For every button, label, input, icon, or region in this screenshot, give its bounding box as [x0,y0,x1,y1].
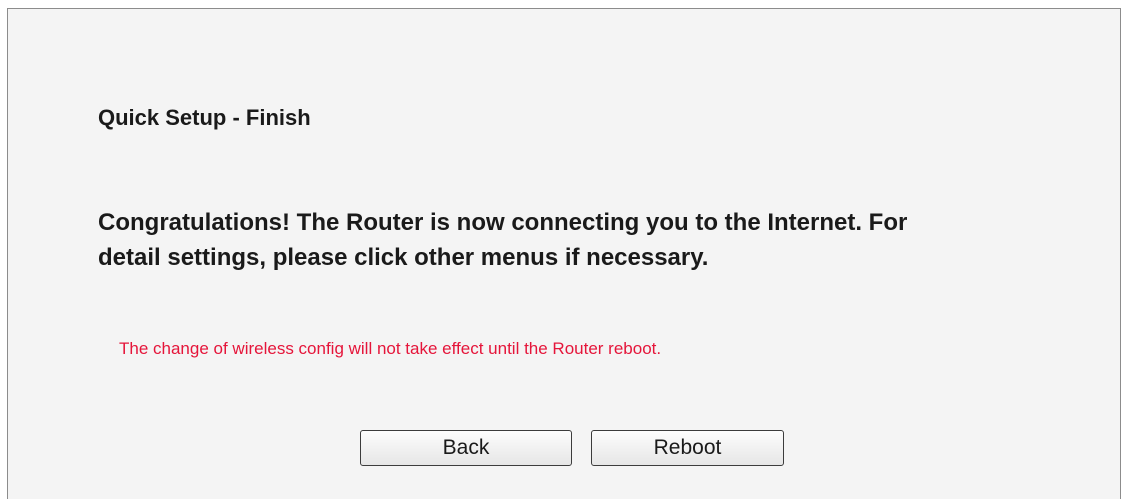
reboot-notice: The change of wireless config will not t… [119,339,662,358]
reboot-button[interactable]: Reboot [591,430,784,466]
back-button[interactable]: Back [360,430,572,466]
congratulations-message: Congratulations! The Router is now conne… [98,209,908,271]
page-title: Quick Setup - Finish [98,105,311,130]
setup-panel: Quick Setup - Finish Congratulations! Th… [7,8,1121,499]
